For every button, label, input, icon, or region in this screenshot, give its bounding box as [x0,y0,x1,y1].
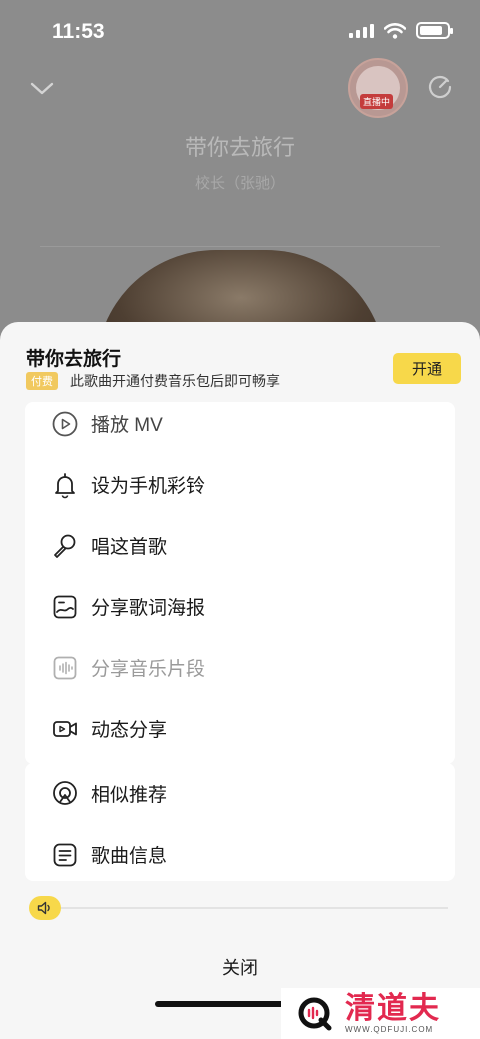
status-bar: 11:53 [0,0,480,60]
paid-badge: 付费 [26,372,58,390]
sheet-song-title: 带你去旅行 [26,349,122,370]
menu-card-secondary: 相似推荐 歌曲信息 [25,763,455,881]
menu-item-share-audio-clip[interactable]: 分享音乐片段 [25,637,455,698]
menu-item-label: 相似推荐 [91,785,168,806]
cellular-signal-icon [349,23,374,38]
player-artist-name: 校长（张驰） [194,175,285,192]
watermark-logo-icon [298,997,332,1030]
audio-clip-icon [51,654,79,682]
bell-icon [51,471,79,499]
live-room-avatar[interactable]: 直播中 [348,58,408,118]
close-button[interactable]: 关闭 [0,954,480,980]
song-info-icon [51,841,79,869]
menu-item-label: 播放 MV [91,415,163,436]
menu-item-label: 歌曲信息 [91,846,168,867]
menu-item-label: 唱这首歌 [91,537,168,558]
menu-item-share-lyrics-poster[interactable]: 分享歌词海报 [25,576,455,637]
menu-item-play-mv[interactable]: 播放 MV [25,402,455,454]
play-mv-icon [51,410,79,438]
song-action-sheet: 带你去旅行 付费 此歌曲开通付费音乐包后即可畅享 开通 播放 MV 设为手机彩铃… [0,322,480,1039]
video-share-icon [51,715,79,743]
watermark: 清道夫 WWW.QDFUJI.COM [281,988,480,1039]
menu-item-label: 分享歌词海报 [91,598,206,619]
wifi-icon [384,22,406,39]
menu-item-song-info[interactable]: 歌曲信息 [25,824,455,881]
status-icons [349,22,453,39]
status-time: 11:53 [52,20,105,43]
paid-note: 此歌曲开通付费音乐包后即可畅享 [70,373,280,389]
menu-item-label: 动态分享 [91,720,168,741]
volume-slider-track[interactable] [46,907,448,909]
similar-recommend-icon [51,780,79,808]
menu-item-label: 分享音乐片段 [91,659,206,680]
speaker-icon [37,901,50,915]
collapse-chevron-icon[interactable] [30,76,54,100]
menu-item-sing-song[interactable]: 唱这首歌 [25,515,455,576]
menu-card-primary: 播放 MV 设为手机彩铃 唱这首歌 分享歌词海报 分享音乐片段 动态分享 [25,402,455,764]
volume-slider-knob[interactable] [29,896,61,920]
microphone-icon [51,532,79,560]
menu-item-set-ringtone[interactable]: 设为手机彩铃 [25,454,455,515]
menu-item-similar-recommend[interactable]: 相似推荐 [25,763,455,824]
open-membership-button[interactable]: 开通 [393,353,461,384]
player-divider [40,246,440,247]
lyrics-poster-icon [51,593,79,621]
menu-item-label: 设为手机彩铃 [91,476,206,497]
watermark-url: WWW.QDFUJI.COM [345,1025,434,1034]
battery-icon [416,22,453,39]
menu-item-moment-share[interactable]: 动态分享 [25,698,455,759]
live-badge: 直播中 [360,94,394,109]
refresh-icon[interactable] [426,73,454,101]
watermark-name: 清道夫 [345,992,441,1025]
player-song-title: 带你去旅行 [184,135,295,160]
